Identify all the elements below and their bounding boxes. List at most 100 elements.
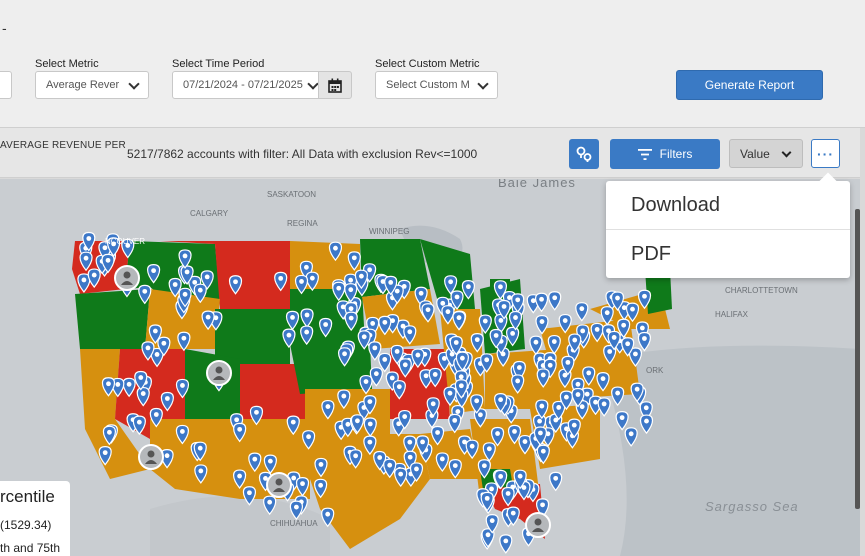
location-pin-icon[interactable] [637, 331, 652, 352]
menu-item-download[interactable]: Download [606, 181, 850, 229]
pin-dot [140, 391, 146, 396]
user-icon [275, 478, 283, 486]
pin-dot [204, 274, 210, 280]
pin-dot [447, 390, 453, 396]
pin-dot [181, 335, 187, 341]
pin-dot [539, 403, 545, 409]
generate-report-button[interactable]: Generate Report [676, 70, 823, 100]
pin-dot [83, 255, 89, 261]
chevron-down-icon [128, 78, 140, 90]
pin-dot [452, 463, 458, 468]
pin-dot [474, 337, 480, 343]
map-label-baie-james: Baie James [498, 179, 576, 190]
pin-dot [501, 304, 507, 309]
pin-dot [482, 318, 488, 324]
pin-dot [126, 381, 132, 387]
map-scrollbar[interactable] [855, 209, 860, 509]
pin-dot [505, 491, 511, 496]
pin-dot [179, 429, 185, 434]
pin-dot [205, 314, 211, 320]
metric-select-value: Average Rever [46, 79, 120, 91]
pin-dot [396, 384, 402, 390]
pin-dot [372, 345, 378, 351]
filters-button[interactable]: Filters [610, 139, 720, 169]
pin-dot [138, 375, 144, 380]
pin-dot [441, 356, 447, 361]
chevron-down-icon [477, 78, 489, 90]
time-period-input[interactable]: 07/21/2024 - 07/21/2025 [172, 71, 322, 99]
pin-dot [600, 376, 606, 382]
location-pin-icon[interactable] [548, 291, 562, 311]
pin-dot [142, 288, 148, 294]
map-label-halifax: HALIFAX [715, 310, 749, 319]
pin-dot [342, 351, 347, 357]
map-pins-button[interactable] [569, 139, 599, 169]
pin-dot [394, 288, 400, 294]
pin-dot [402, 414, 408, 419]
pin-dot [267, 458, 273, 464]
partial-select[interactable] [0, 71, 12, 99]
pin-dot [348, 306, 354, 312]
pin-dot [571, 422, 577, 428]
pin-dot [237, 473, 242, 479]
pin-dot [102, 450, 108, 456]
time-period-label: Select Time Period [172, 58, 265, 70]
map-label-charlottetown: CHARLOTTETOWN [725, 286, 798, 295]
map-label-regina: REGINA [287, 219, 318, 228]
pin-dot [198, 468, 204, 474]
pin-dot [510, 510, 516, 516]
chevron-down-icon [307, 78, 319, 90]
more-options-button[interactable]: ··· [811, 139, 840, 168]
pin-dot [180, 383, 185, 388]
map-toolbar: AVERAGE REVENUE PER 5217/7862 accounts w… [0, 128, 860, 178]
custom-metric-select[interactable]: Select Custom M [375, 71, 498, 99]
pin-dot [389, 375, 395, 381]
location-pin-icon[interactable] [448, 413, 462, 434]
value-select[interactable]: Value [729, 139, 803, 168]
calendar-button[interactable] [318, 71, 352, 99]
pin-dot [495, 431, 500, 436]
pin-dot [425, 307, 431, 313]
pin-dot [540, 448, 546, 454]
pin-dot [318, 462, 324, 467]
pin-dot [304, 264, 309, 270]
pin-dot [306, 434, 311, 440]
pin-dot [439, 456, 445, 462]
pin-dot [522, 439, 528, 444]
pin-dot [402, 362, 408, 368]
metric-select[interactable]: Average Rever [35, 71, 149, 99]
pin-dot [553, 475, 559, 481]
location-pin-icon[interactable] [499, 534, 513, 554]
filter-icon [637, 148, 652, 160]
pin-dot [86, 236, 92, 241]
pin-dot [164, 396, 170, 401]
pin-dot [512, 429, 517, 434]
pin-dot [489, 486, 494, 492]
pin-dot [407, 454, 413, 460]
pin-dot [615, 295, 620, 301]
pin-dot [484, 495, 490, 501]
pin-dot [345, 421, 351, 427]
user-icon [215, 366, 223, 374]
pin-dot [348, 287, 354, 293]
location-pin-icon[interactable] [534, 292, 549, 313]
pin-dot [625, 341, 631, 347]
pin-dot [572, 337, 578, 343]
value-select-label: Value [740, 146, 770, 161]
pin-dot [513, 315, 518, 320]
location-pin-icon[interactable] [575, 302, 589, 322]
pin-dot [333, 245, 338, 251]
pin-dot [355, 418, 360, 424]
pin-dot [382, 319, 388, 325]
pin-dot [634, 386, 640, 392]
pin-dot [584, 391, 590, 397]
pin-dot [382, 357, 388, 362]
pin-dot [407, 439, 413, 445]
menu-item-pdf[interactable]: PDF [606, 230, 850, 278]
pin-dot [182, 253, 188, 259]
pin-dot [234, 417, 240, 423]
pin-dot [533, 339, 539, 345]
location-pin-icon[interactable] [549, 471, 563, 492]
pin-dot [309, 275, 315, 281]
pin-dot [367, 267, 373, 273]
